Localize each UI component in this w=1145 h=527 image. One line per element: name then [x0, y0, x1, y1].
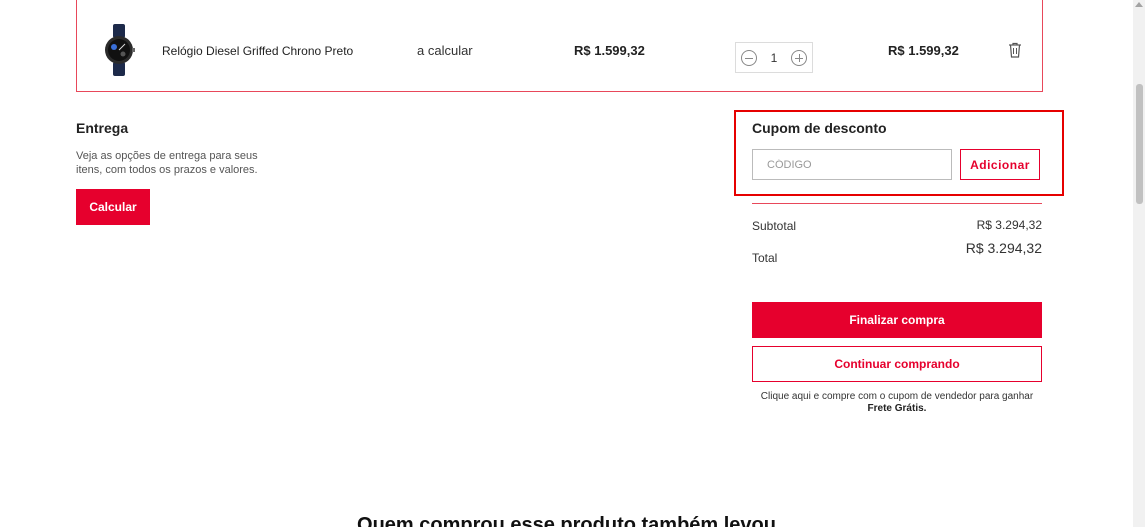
add-coupon-button[interactable]: Adicionar [960, 149, 1040, 180]
trash-icon[interactable] [1006, 41, 1024, 59]
subtotal-value: R$ 3.294,32 [976, 218, 1042, 232]
recommendations-title: Quem comprou esse produto também levou [357, 514, 776, 527]
item-shipping: a calcular [417, 43, 473, 58]
item-unit-price: R$ 1.599,32 [574, 43, 645, 58]
summary-divider [752, 203, 1042, 204]
quantity-stepper: 1 [735, 42, 813, 73]
total-label: Total [752, 251, 778, 265]
scrollbar-thumb[interactable] [1136, 84, 1143, 204]
quantity-value: 1 [770, 50, 778, 65]
plus-icon[interactable] [791, 49, 807, 66]
delivery-description: Veja as opções de entrega para seus iten… [76, 150, 258, 176]
free-shipping-text: Frete Grátis. [867, 403, 927, 414]
calculate-shipping-button[interactable]: Calcular [76, 189, 150, 225]
subtotal-label: Subtotal [752, 219, 797, 233]
page-scrollbar[interactable] [1133, 0, 1145, 527]
product-name[interactable]: Relógio Diesel Griffed Chrono Preto [162, 44, 353, 58]
vendor-note-text: Clique aqui e compre com o cupom de vend… [760, 391, 1034, 402]
vendor-coupon-note[interactable]: Clique aqui e compre com o cupom de vend… [752, 391, 1042, 415]
coupon-title: Cupom de desconto [752, 120, 887, 136]
cart-item-row: Relógio Diesel Griffed Chrono Preto a ca… [76, 0, 1043, 92]
delivery-title: Entrega [76, 120, 129, 136]
finalize-purchase-button[interactable]: Finalizar compra [752, 302, 1042, 338]
coupon-section: Cupom de desconto Adicionar [734, 110, 1064, 196]
coupon-code-input[interactable] [752, 149, 952, 180]
minus-icon[interactable] [741, 49, 757, 66]
scroll-up-icon[interactable] [1135, 2, 1143, 7]
item-total-price: R$ 1.599,32 [888, 43, 959, 58]
continue-shopping-button[interactable]: Continuar comprando [752, 346, 1042, 382]
product-image[interactable] [102, 24, 136, 76]
total-value: R$ 3.294,32 [965, 240, 1042, 256]
